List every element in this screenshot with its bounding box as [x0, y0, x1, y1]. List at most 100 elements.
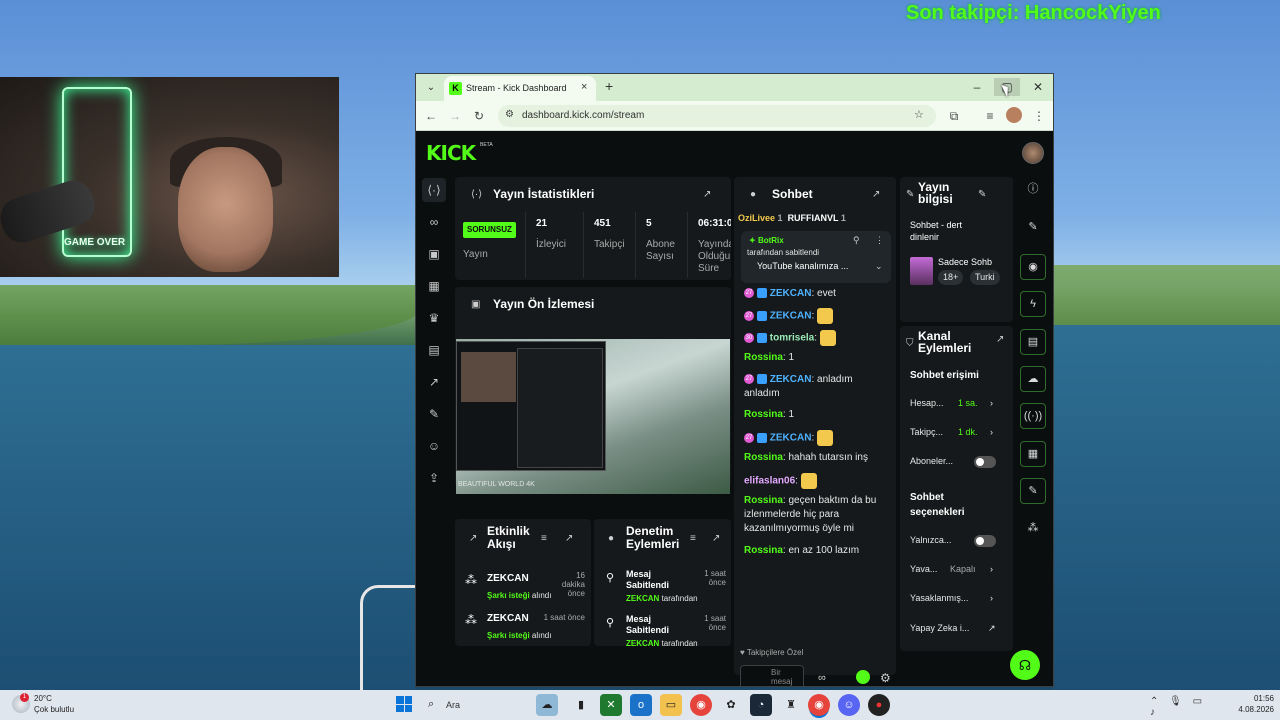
trophy-icon[interactable]: ♛	[422, 306, 446, 330]
steam-icon[interactable]: ◔	[750, 694, 772, 716]
chat-message[interactable]: 27 ZEKCAN: anladım anladım	[744, 373, 884, 401]
support-headset-icon[interactable]: ☊	[1010, 650, 1040, 680]
weather-description[interactable]: Çok bulutlu	[34, 705, 74, 714]
wrench-icon[interactable]: ✎	[1020, 478, 1046, 504]
pin-icon[interactable]: ⚲	[853, 235, 860, 246]
system-tray[interactable]: ⌃ 🎙 ▭ ♪	[1150, 696, 1220, 718]
subscribers-only-toggle[interactable]	[974, 456, 996, 468]
popout-icon[interactable]: ↗	[565, 533, 573, 544]
top-chatter-name[interactable]: OziLivee	[738, 213, 775, 223]
filter-icon[interactable]: ≡	[541, 533, 547, 544]
broadcast-icon[interactable]: ⟨·⟩	[422, 178, 446, 202]
site-info-icon[interactable]: ⚙	[505, 109, 514, 120]
forward-icon[interactable]: →	[446, 107, 464, 125]
chrome-icon[interactable]: ◉	[690, 694, 712, 716]
popout-icon[interactable]: ↗	[996, 334, 1004, 345]
pencil-icon[interactable]: ✎	[1020, 215, 1046, 241]
users-icon[interactable]: ☺	[422, 434, 446, 458]
chatgpt-icon[interactable]: ✿	[720, 694, 742, 716]
chat-username[interactable]: Rossina	[744, 452, 783, 463]
note-icon[interactable]: ▤	[1020, 329, 1046, 355]
top-chatter-name[interactable]: RUFFIANVL	[788, 213, 839, 223]
popout-icon[interactable]: ↗	[703, 189, 711, 200]
kick-points-icon[interactable]	[856, 670, 870, 684]
video-icon[interactable]: ▤	[422, 338, 446, 362]
chat-username[interactable]: ZEKCAN	[770, 433, 812, 444]
chat-username[interactable]: ZEKCAN	[770, 311, 812, 322]
banned-words-row[interactable]: Yasaklanmış... ›	[910, 593, 1002, 603]
lightning-icon[interactable]: ϟ	[1020, 291, 1046, 317]
ai-moderation-row[interactable]: Yapay Zeka i... ↗	[910, 623, 1002, 633]
expand-icon[interactable]: ⌄	[875, 261, 883, 272]
window-icon[interactable]: ▣	[422, 242, 446, 266]
chat-message[interactable]: Rossina: 1	[744, 351, 884, 365]
upload-icon[interactable]: ⇪	[422, 466, 446, 490]
clock-date[interactable]: 4.08.2026	[1226, 705, 1274, 714]
wrench-icon[interactable]: ✎	[422, 402, 446, 426]
app-icon[interactable]: ♜	[780, 694, 802, 716]
minimize-icon[interactable]: –	[964, 78, 990, 96]
reload-icon[interactable]: ↻	[470, 107, 488, 125]
chart-icon[interactable]: ▦	[422, 274, 446, 298]
chat-message[interactable]: Rossina: geçen baktım da bu izlenmelerde…	[744, 494, 884, 536]
chat-icon[interactable]: ☁	[1020, 366, 1046, 392]
widget-icon[interactable]: ☁	[536, 694, 558, 716]
new-tab-icon[interactable]: +	[605, 78, 613, 94]
address-bar[interactable]: ⚙ dashboard.kick.com/stream ☆	[498, 105, 936, 127]
edit-icon[interactable]: ✎	[978, 189, 986, 200]
chat-input[interactable]: Bir mesaj gönderin	[740, 665, 804, 686]
task-view-icon[interactable]: ▮	[570, 694, 592, 716]
chat-message[interactable]: 30 tomrisela:	[744, 330, 884, 346]
chat-message[interactable]: 27 ZEKCAN:	[744, 430, 884, 446]
chat-username[interactable]: ZEKCAN	[770, 288, 812, 299]
chat-username[interactable]: elifaslan06	[744, 476, 795, 487]
chat-settings-icon[interactable]: ⚙	[880, 671, 891, 685]
extensions-icon[interactable]: ⧉	[945, 107, 963, 125]
chat-message[interactable]: Rossina: en az 100 lazım	[744, 544, 884, 558]
chat-username[interactable]: ZEKCAN	[770, 374, 812, 385]
media-icon[interactable]: ≡	[981, 107, 999, 125]
filter-icon[interactable]: ≡	[690, 533, 696, 544]
back-icon[interactable]: ←	[422, 107, 440, 125]
analytics-icon[interactable]: ↗	[422, 370, 446, 394]
xbox-icon[interactable]: ✕	[600, 694, 622, 716]
window-close-icon[interactable]: ✕	[1025, 78, 1051, 96]
chat-message[interactable]: 27 ZEKCAN:	[744, 308, 884, 324]
camera-icon[interactable]: ◉	[1020, 254, 1046, 280]
tab-close-icon[interactable]: ×	[581, 81, 587, 93]
chat-username[interactable]: tomrisela	[770, 333, 814, 344]
kick-logo[interactable]: KICK	[426, 141, 476, 165]
outlook-icon[interactable]: o	[630, 694, 652, 716]
chat-username[interactable]: Rossina	[744, 409, 783, 420]
pinned-message[interactable]: ✦ BotRix tarafından sabitlendi YouTube k…	[741, 231, 891, 283]
connections-icon[interactable]: ⁂	[1020, 516, 1046, 542]
windows-start-icon[interactable]	[396, 696, 412, 712]
chat-username[interactable]: Rossina	[744, 545, 783, 556]
popout-icon[interactable]: ↗	[872, 189, 880, 200]
chat-message[interactable]: elifaslan06:	[744, 473, 884, 489]
only-toggle[interactable]	[974, 535, 996, 547]
chrome-active-icon[interactable]: ◉	[808, 694, 830, 716]
follower-time-row[interactable]: Takipç... 1 dk. ›	[910, 427, 1002, 437]
popout-icon[interactable]: ↗	[712, 533, 720, 544]
tab-search-icon[interactable]: ⌄	[422, 79, 440, 96]
chat-username[interactable]: Rossina	[744, 352, 783, 363]
chat-message[interactable]: Rossina: 1	[744, 408, 884, 422]
more-icon[interactable]: ⋮	[875, 235, 884, 246]
bookmark-star-icon[interactable]: ☆	[914, 108, 924, 121]
tab-kick-dashboard[interactable]: K Stream - Kick Dashboard ×	[444, 76, 596, 101]
user-avatar[interactable]	[1022, 142, 1044, 164]
info-icon[interactable]: ⓘ	[1020, 177, 1046, 203]
url-text[interactable]: dashboard.kick.com/stream	[522, 110, 644, 121]
chat-message[interactable]: Rossina: hahah tutarsın inş	[744, 451, 884, 465]
clock-time[interactable]: 01:56	[1238, 694, 1274, 703]
account-age-row[interactable]: Hesap... 1 sa. ›	[910, 398, 1002, 408]
discord-icon[interactable]: ☺	[838, 694, 860, 716]
slow-mode-row[interactable]: Yava... Kapalı ›	[910, 564, 1002, 574]
file-explorer-icon[interactable]: ▭	[660, 694, 682, 716]
chat-message[interactable]: 27 ZEKCAN: evet	[744, 287, 884, 301]
link-icon[interactable]: ∞	[422, 210, 446, 234]
emote-icon[interactable]: ∞	[818, 672, 826, 684]
browser-menu-icon[interactable]: ⋮	[1030, 107, 1048, 125]
preview-video[interactable]: BEAUTIFUL WORLD 4K	[456, 339, 730, 494]
